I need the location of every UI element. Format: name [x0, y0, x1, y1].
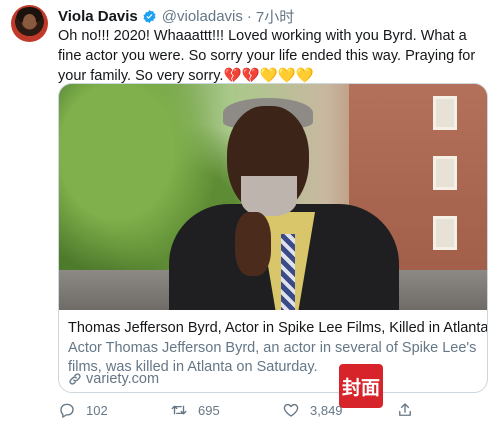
reply-icon — [60, 403, 74, 418]
card-domain-text: variety.com — [86, 371, 160, 387]
verified-badge-icon — [143, 9, 156, 23]
link-icon — [69, 373, 81, 385]
like-count: 3,849 — [310, 402, 343, 418]
card-image — [59, 84, 487, 310]
like-button[interactable]: 3,849 — [282, 398, 343, 422]
share-icon — [399, 403, 411, 416]
author-name[interactable]: Viola Davis — [58, 8, 138, 25]
reply-button[interactable]: 102 — [58, 398, 108, 422]
avatar[interactable] — [11, 5, 48, 42]
person-hand — [235, 212, 271, 276]
retweet-count: 695 — [198, 402, 220, 418]
reply-count: 102 — [86, 402, 108, 418]
retweet-icon — [171, 405, 187, 415]
card-domain[interactable]: variety.com — [68, 371, 159, 387]
link-preview-card[interactable]: Thomas Jefferson Byrd, Actor in Spike Le… — [58, 83, 488, 393]
separator-dot: · — [246, 7, 252, 25]
like-icon — [283, 403, 299, 417]
retweet-button[interactable]: 695 — [170, 398, 220, 422]
card-title[interactable]: Thomas Jefferson Byrd, Actor in Spike Le… — [68, 319, 487, 338]
avatar-face — [23, 14, 36, 29]
tweet-timestamp[interactable]: 7小时 — [256, 6, 294, 27]
tweet-text: Oh no!!! 2020! Whaaattt!!! Loved working… — [58, 28, 476, 84]
share-button[interactable] — [396, 398, 424, 422]
tweet-actions: 102 695 3,849 — [58, 398, 488, 422]
tweet-header: Viola Davis @violadavis · 7小时 — [58, 6, 294, 26]
person-tie — [281, 234, 295, 310]
person-beard — [241, 176, 297, 216]
author-handle[interactable]: @violadavis — [162, 8, 243, 25]
tweet[interactable]: Viola Davis @violadavis · 7小时 Oh no!!! 2… — [0, 0, 500, 427]
